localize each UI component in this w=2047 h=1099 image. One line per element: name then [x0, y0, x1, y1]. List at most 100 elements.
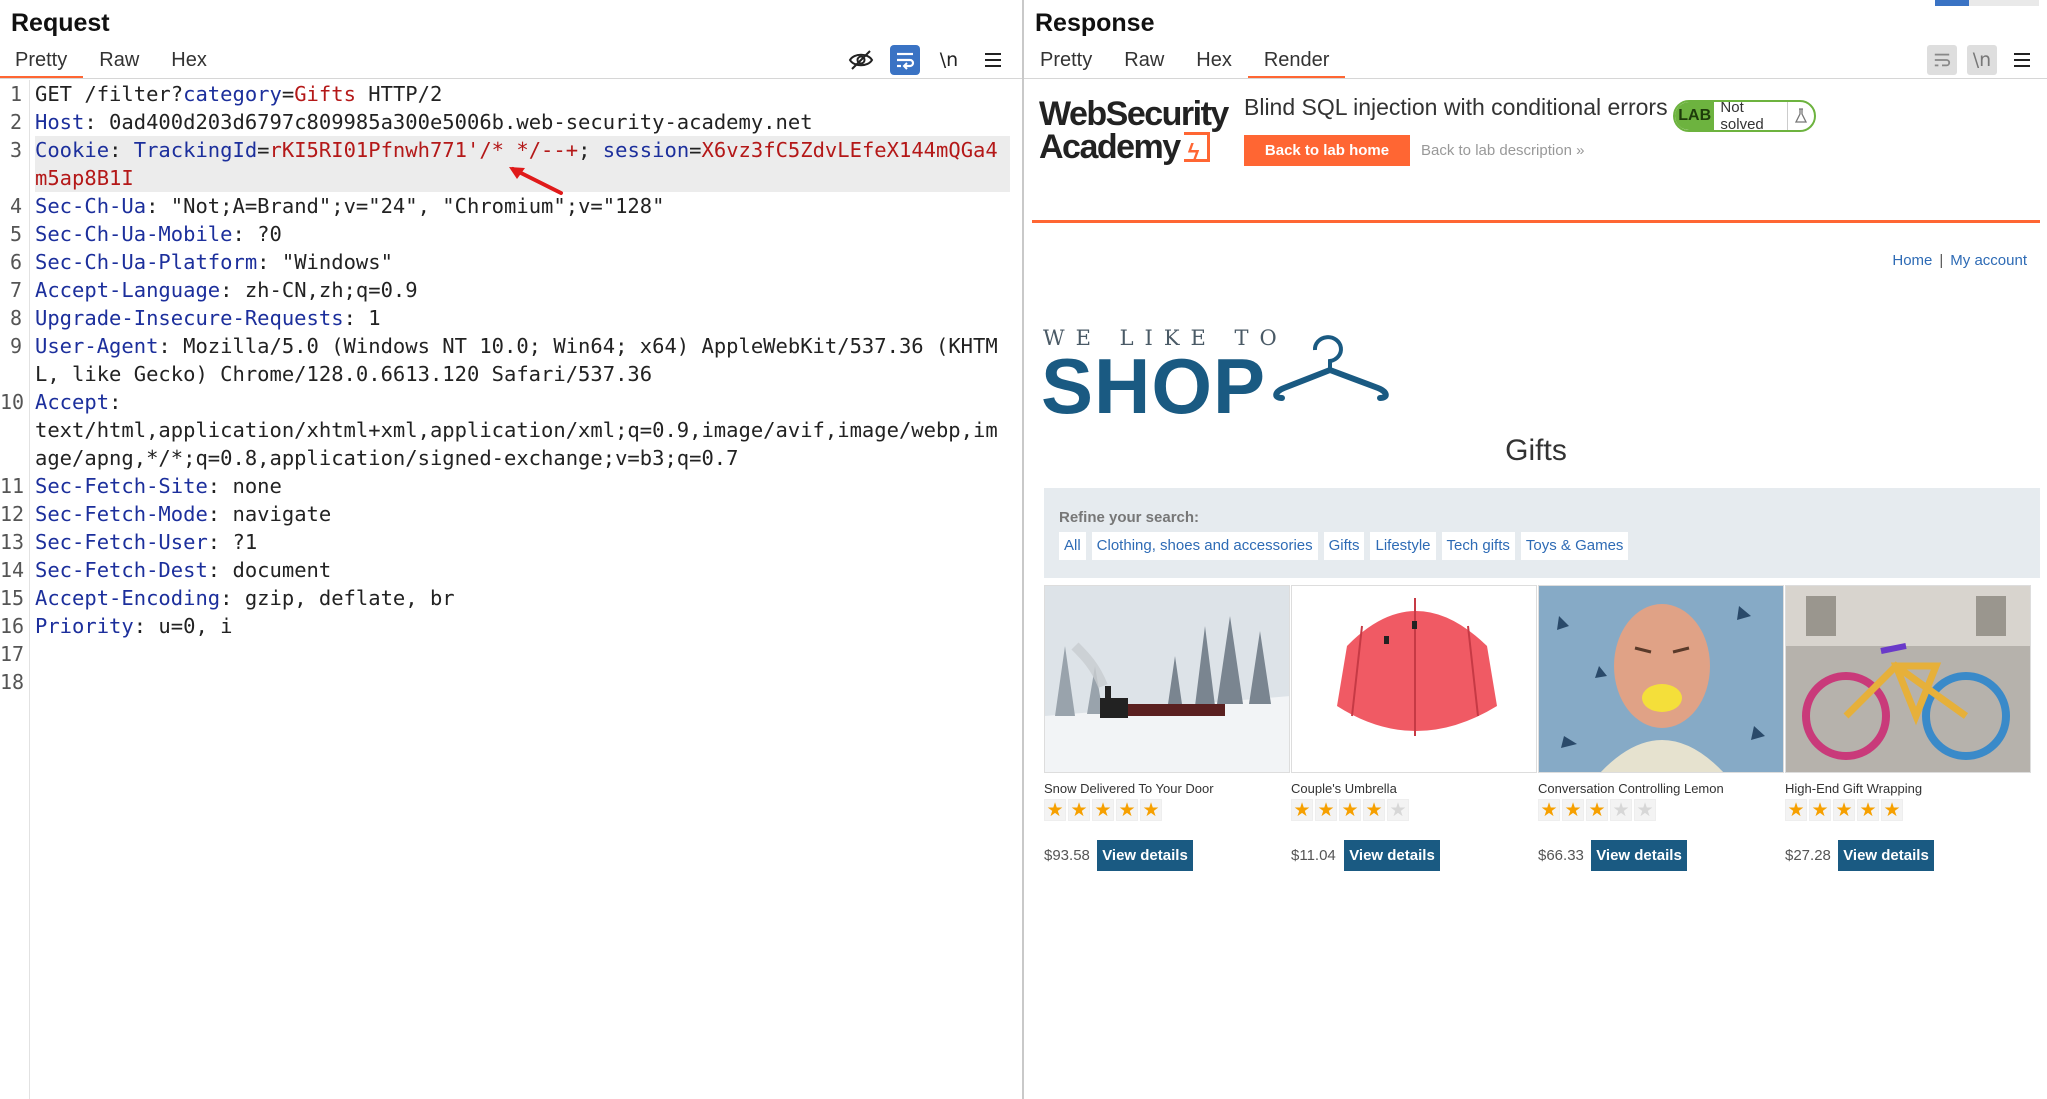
tab-raw[interactable]: Raw: [83, 45, 155, 79]
line-number: 15: [0, 586, 25, 610]
line-content: Sec-Fetch-Site: none: [35, 472, 1010, 500]
code-line[interactable]: 12 Sec-Fetch-Mode: navigate: [0, 500, 1022, 528]
product-image-lemon[interactable]: [1538, 585, 1784, 773]
code-line[interactable]: 16 Priority: u=0, i: [0, 612, 1022, 640]
code-line[interactable]: 6 Sec-Ch-Ua-Platform: "Windows": [0, 248, 1022, 276]
filter-tech-gifts[interactable]: Tech gifts: [1441, 532, 1515, 560]
view-details-button[interactable]: View details: [1344, 840, 1440, 871]
eye-slash-icon[interactable]: [846, 45, 876, 75]
star-empty-icon: ★: [1634, 799, 1656, 821]
filter-list: All Clothing, shoes and accessories Gift…: [1059, 532, 1629, 560]
star-rating: ★ ★ ★ ★ ★: [1785, 799, 1903, 821]
star-filled-icon: ★: [1116, 799, 1138, 821]
view-details-button[interactable]: View details: [1097, 840, 1193, 871]
filter-clothing[interactable]: Clothing, shoes and accessories: [1091, 532, 1318, 560]
newline-icon[interactable]: \n: [1967, 45, 1997, 75]
line-content: Accept-Encoding: gzip, deflate, br: [35, 584, 1010, 612]
code-line[interactable]: 18: [0, 668, 1022, 696]
rendered-page: WebSecurity Academy ϟ Blind SQL injectio…: [1032, 80, 2040, 1099]
tab-raw[interactable]: Raw: [1108, 45, 1180, 79]
header-key: Accept-Language: [35, 278, 221, 302]
filter-toys-games[interactable]: Toys & Games: [1520, 532, 1629, 560]
layout-toggle[interactable]: [1969, 0, 2039, 6]
line-content: Priority: u=0, i: [35, 612, 1010, 640]
line-number: 6: [9, 250, 22, 274]
hanger-icon: [1273, 335, 1389, 401]
tab-pretty[interactable]: Pretty: [0, 45, 84, 79]
line-number: 7: [9, 278, 22, 302]
request-pane: Request Pretty Raw Hex \n 1 GET /filter?c…: [0, 0, 1022, 1099]
tab-render[interactable]: Render: [1247, 45, 1346, 79]
product-name: Conversation Controlling Lemon: [1538, 781, 1724, 796]
nav-separator: |: [1939, 252, 1944, 269]
tab-pretty[interactable]: Pretty: [1024, 45, 1108, 79]
view-details-button[interactable]: View details: [1838, 840, 1934, 871]
flask-icon: [1787, 102, 1814, 130]
line-content: Sec-Fetch-Mode: navigate: [35, 500, 1010, 528]
request-toolbar: \n: [846, 45, 1008, 75]
line-text: HTTP/2: [355, 82, 443, 106]
newline-icon[interactable]: \n: [934, 45, 964, 75]
logo-bolt-icon: ϟ: [1183, 132, 1210, 164]
wrap-icon[interactable]: [890, 45, 920, 75]
filter-gifts[interactable]: Gifts: [1323, 532, 1365, 560]
product-grid: Snow Delivered To Your Door ★ ★ ★ ★ ★ $93.58…: [1044, 585, 2040, 885]
menu-icon[interactable]: [978, 45, 1008, 75]
product-card: Snow Delivered To Your Door ★ ★ ★ ★ ★ $93.58…: [1044, 585, 1290, 885]
line-content: [35, 668, 1010, 696]
view-details-button[interactable]: View details: [1591, 840, 1687, 871]
wrap-icon[interactable]: [1927, 45, 1957, 75]
line-text: : ?0: [232, 222, 282, 246]
back-to-lab-home-button[interactable]: Back to lab home: [1244, 135, 1410, 166]
line-text: : "Not;A=Brand";v="24", "Chromium";v="12…: [146, 194, 665, 218]
star-filled-icon: ★: [1315, 799, 1337, 821]
tab-hex[interactable]: Hex: [155, 45, 223, 79]
product-image-umbrella[interactable]: [1291, 585, 1537, 773]
code-line[interactable]: 7 Accept-Language: zh-CN,zh;q=0.9: [0, 276, 1022, 304]
back-to-lab-description-link[interactable]: Back to lab description »: [1421, 142, 1584, 159]
header-key: Accept-Encoding: [35, 586, 221, 610]
line-text: =: [689, 138, 702, 162]
code-line[interactable]: 15 Accept-Encoding: gzip, deflate, br: [0, 584, 1022, 612]
code-line[interactable]: 5 Sec-Ch-Ua-Mobile: ?0: [0, 220, 1022, 248]
request-title: Request: [11, 9, 110, 37]
line-content: Sec-Fetch-Dest: document: [35, 556, 1010, 584]
header-value: Gifts: [294, 82, 356, 106]
product-image-snow-train[interactable]: [1044, 585, 1290, 773]
nav-my-account-link[interactable]: My account: [1950, 252, 2027, 269]
line-text: : u=0, i: [133, 614, 233, 638]
menu-icon[interactable]: [2007, 45, 2037, 75]
tab-hex[interactable]: Hex: [1180, 45, 1248, 79]
code-line[interactable]: 17: [0, 640, 1022, 668]
product-image-gift-wrapped-bike[interactable]: [1785, 585, 2031, 773]
layout-toggle-active[interactable]: [1935, 0, 1969, 6]
code-line[interactable]: 9 User-Agent: Mozilla/5.0 (Windows NT 10.…: [0, 332, 1022, 388]
line-content: Sec-Ch-Ua-Mobile: ?0: [35, 220, 1010, 248]
header-key: category: [183, 82, 282, 106]
logo-line-2: Academy: [1039, 128, 1181, 166]
refine-search-panel: Refine your search: All Clothing, shoes …: [1044, 488, 2040, 578]
header-key: Upgrade-Insecure-Requests: [35, 306, 344, 330]
line-number: 2: [9, 110, 22, 134]
line-content: User-Agent: Mozilla/5.0 (Windows NT 10.0…: [35, 332, 1010, 388]
web-security-academy-logo[interactable]: WebSecurity Academy ϟ: [1039, 97, 1229, 166]
code-line[interactable]: 2 Host: 0ad400d203d6797c809985a300e5006b.…: [0, 108, 1022, 136]
code-line[interactable]: 13 Sec-Fetch-User: ?1: [0, 528, 1022, 556]
lab-status-badge: LAB Not solved: [1673, 100, 1816, 132]
double-chevron-right-icon: »: [1576, 142, 1585, 159]
nav-home-link[interactable]: Home: [1892, 252, 1932, 269]
line-number: 16: [0, 614, 25, 638]
filter-all[interactable]: All: [1059, 532, 1086, 560]
line-text: :: [109, 138, 134, 162]
line-content: [35, 640, 1010, 668]
line-text: : ?1: [207, 530, 258, 554]
filter-lifestyle[interactable]: Lifestyle: [1370, 532, 1436, 560]
line-text: : navigate: [207, 502, 332, 526]
code-line[interactable]: 10 Accept: text/html,application/xhtml+xm…: [0, 388, 1022, 472]
line-text: : "Windows": [257, 250, 393, 274]
response-tabs: Pretty Raw Hex Render: [1024, 45, 1346, 79]
code-line[interactable]: 8 Upgrade-Insecure-Requests: 1: [0, 304, 1022, 332]
code-line[interactable]: 11 Sec-Fetch-Site: none: [0, 472, 1022, 500]
code-line[interactable]: 14 Sec-Fetch-Dest: document: [0, 556, 1022, 584]
code-line[interactable]: 1 GET /filter?category=Gifts HTTP/2: [0, 80, 1022, 108]
